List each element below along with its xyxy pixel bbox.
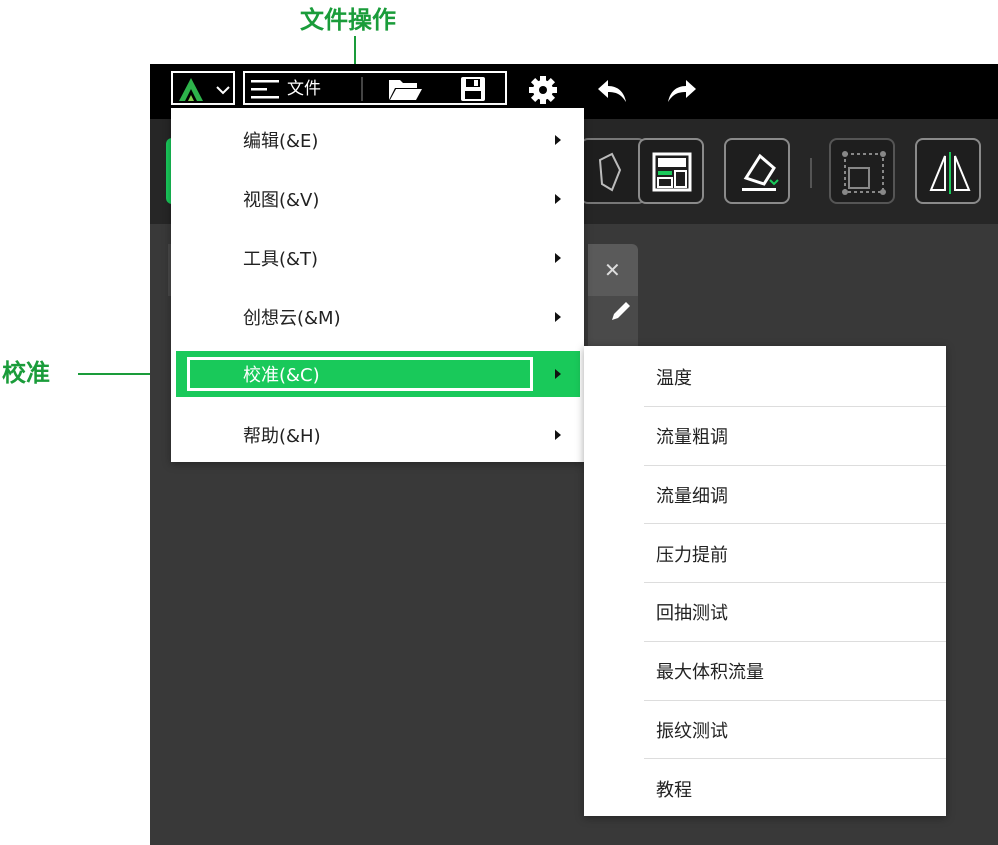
submenu-item-label: 最大体积流量 [656, 662, 764, 684]
submenu-arrow-icon [555, 311, 561, 322]
annotation-file-ops: 文件操作 [300, 6, 396, 34]
scale-tool-button[interactable] [829, 138, 895, 204]
save-icon[interactable] [459, 75, 487, 103]
menu-item-edit[interactable]: 编辑(&E) [171, 110, 584, 169]
menu-item-help[interactable]: 帮助(&H) [171, 405, 584, 464]
main-dropdown-menu: 编辑(&E) 视图(&V) 工具(&T) 创想云(&M) 校准(&C) 帮助(&… [171, 108, 584, 462]
menu-item-cloud[interactable]: 创想云(&M) [171, 287, 584, 346]
mirror-tool-button[interactable] [915, 138, 981, 204]
submenu-item-retraction-test[interactable]: 回抽测试 [584, 583, 946, 642]
submenu-item-label: 温度 [656, 368, 692, 390]
redo-icon[interactable] [664, 76, 698, 104]
file-menu-label[interactable]: 文件 [287, 81, 321, 98]
submenu-item-pressure-advance[interactable]: 压力提前 [584, 524, 946, 583]
edit-icon[interactable] [606, 296, 636, 326]
submenu-item-flow-fine[interactable]: 流量细调 [584, 466, 946, 525]
submenu-arrow-icon [555, 252, 561, 263]
tool-button-partial[interactable] [580, 138, 646, 204]
submenu-item-label: 回抽测试 [656, 603, 728, 625]
submenu-arrow-icon [555, 369, 561, 379]
folder-open-icon[interactable] [387, 76, 423, 102]
logo-icon [179, 78, 203, 101]
layout-icon [652, 152, 692, 192]
submenu-item-label: 振纹测试 [656, 720, 728, 742]
submenu-arrow-icon [555, 429, 561, 440]
menu-item-label: 视图(&V) [243, 189, 320, 211]
submenu-item-ringing-test[interactable]: 振纹测试 [584, 701, 946, 760]
main-menu-button[interactable] [171, 71, 235, 105]
calibration-submenu: 温度 流量粗调 流量细调 压力提前 回抽测试 最大体积流量 振纹测试 教程 [584, 346, 946, 816]
close-icon[interactable]: ✕ [604, 260, 621, 280]
menu-item-label: 校准(&C) [243, 365, 320, 386]
calibration-highlight-frame [187, 357, 533, 391]
file-operations-group: 文件 [243, 71, 507, 105]
arrange-layout-button[interactable] [638, 138, 704, 204]
submenu-arrow-icon [555, 134, 561, 145]
undo-icon[interactable] [596, 76, 630, 104]
submenu-item-label: 压力提前 [656, 544, 728, 566]
submenu-item-label: 流量粗调 [656, 427, 728, 449]
mirror-icon [929, 152, 971, 194]
toolbar-divider [810, 158, 812, 188]
menu-item-tools[interactable]: 工具(&T) [171, 228, 584, 287]
submenu-item-flow-coarse[interactable]: 流量粗调 [584, 407, 946, 466]
object-panel-tab: ✕ [588, 244, 638, 296]
menu-item-label: 创想云(&M) [243, 307, 341, 329]
menu-item-label: 编辑(&E) [243, 130, 319, 152]
submenu-item-label: 流量细调 [656, 485, 728, 507]
menu-item-label: 帮助(&H) [243, 425, 321, 447]
submenu-item-tutorial[interactable]: 教程 [584, 759, 946, 818]
menu-item-view[interactable]: 视图(&V) [171, 169, 584, 228]
submenu-item-temperature[interactable]: 温度 [584, 348, 946, 407]
scale-icon [842, 151, 886, 195]
submenu-item-max-volumetric-flow[interactable]: 最大体积流量 [584, 642, 946, 701]
eraser-tool-button[interactable] [724, 138, 790, 204]
menu-item-label: 工具(&T) [243, 248, 319, 270]
gear-icon[interactable] [527, 74, 559, 106]
submenu-item-label: 教程 [656, 779, 692, 801]
hamburger-icon[interactable] [251, 78, 281, 100]
menu-item-calibration[interactable]: 校准(&C) [176, 351, 580, 397]
annotation-calibration: 校准 [2, 359, 50, 387]
submenu-arrow-icon [555, 193, 561, 204]
eraser-icon [742, 153, 779, 191]
chevron-down-icon [216, 86, 230, 95]
file-group-divider [361, 77, 363, 101]
